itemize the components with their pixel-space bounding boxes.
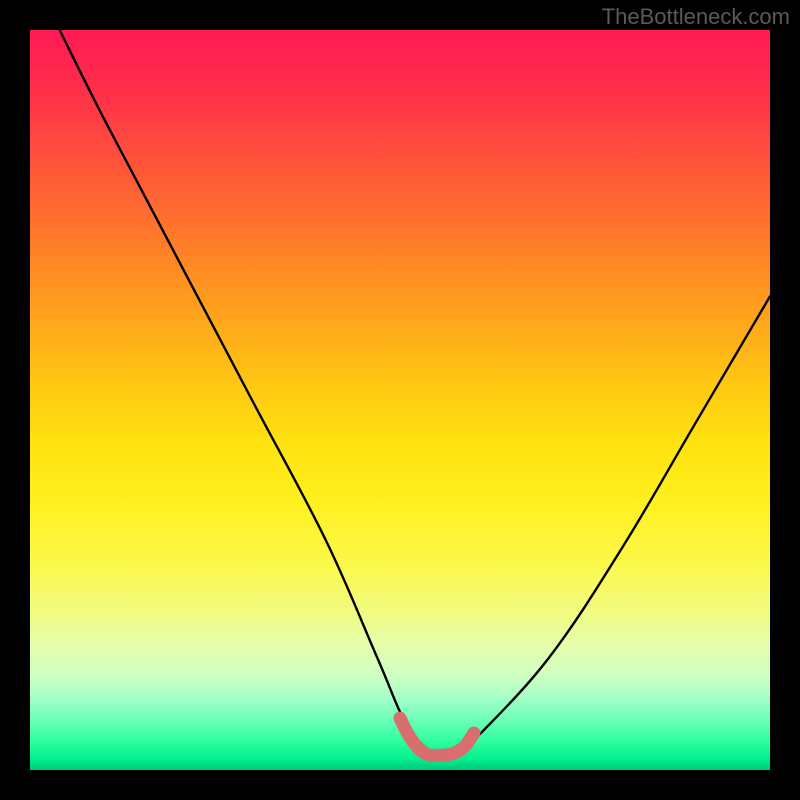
bottleneck-curve: [60, 30, 770, 758]
chart-plot-area: [30, 30, 770, 770]
optimal-range-marker: [400, 718, 474, 755]
watermark-text: TheBottleneck.com: [602, 4, 790, 30]
chart-curve-layer: [30, 30, 770, 770]
